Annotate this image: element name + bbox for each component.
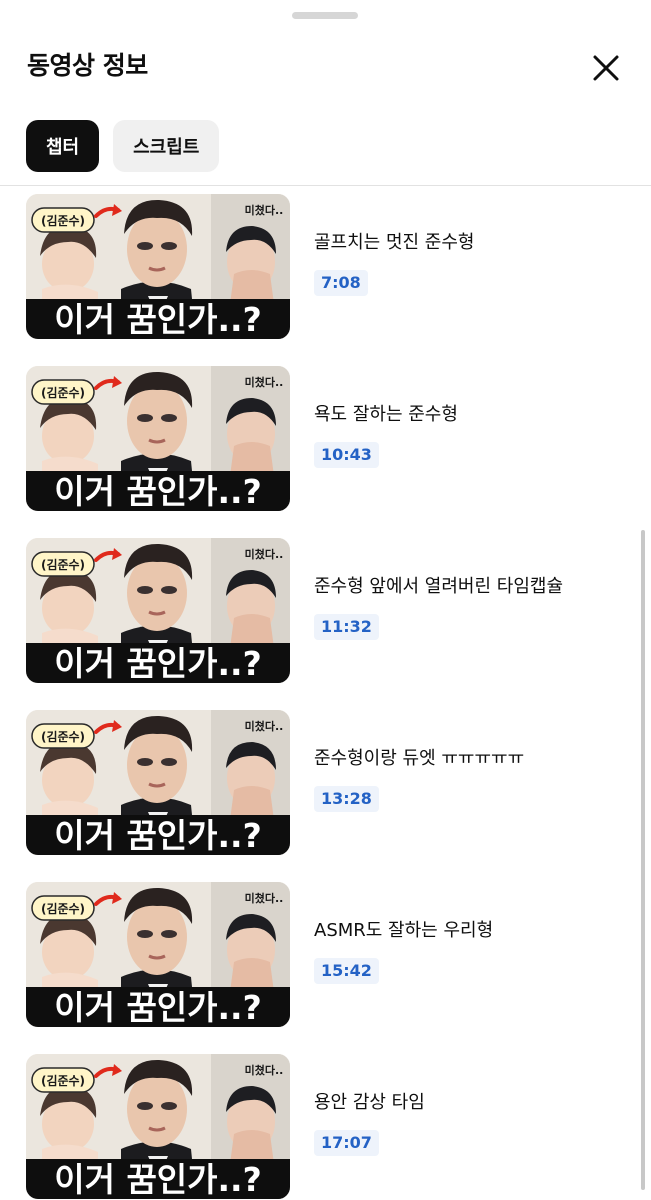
thumbnail-tag-text: (김준수) bbox=[41, 1073, 85, 1088]
chapter-thumbnail: (김준수) 미쳤다.. 이거 꿈인가..? bbox=[26, 882, 290, 1027]
thumbnail-tag-text: (김준수) bbox=[41, 901, 85, 916]
chapter-thumbnail: (김준수) 미쳤다.. 이거 꿈인가..? bbox=[26, 538, 290, 683]
thumbnail-side-text: 미쳤다.. bbox=[245, 375, 284, 389]
chapter-title: 준수형 앞에서 열려버린 타임캡슐 bbox=[314, 576, 564, 597]
chapter-timestamp[interactable]: 10:43 bbox=[314, 442, 379, 468]
chapter-title: 용안 감상 타임 bbox=[314, 1092, 425, 1113]
thumbnail-caption: 이거 꿈인가..? bbox=[54, 472, 262, 511]
chapter-thumbnail: (김준수) 미쳤다.. 이거 꿈인가..? bbox=[26, 1054, 290, 1199]
chapter-thumbnail: (김준수) 미쳤다.. 이거 꿈인가..? bbox=[26, 366, 290, 511]
close-icon bbox=[593, 55, 619, 81]
chapter-item[interactable]: (김준수) 미쳤다.. 이거 꿈인가..? 골프치는 멋진 준수형 7:08 bbox=[0, 190, 651, 340]
chapter-item[interactable]: (김준수) 미쳤다.. 이거 꿈인가..? 준수형이랑 듀엣 ㅠㅠㅠㅠㅠ 13:… bbox=[0, 706, 651, 856]
thumbnail-tag-text: (김준수) bbox=[41, 557, 85, 572]
page-title: 동영상 정보 bbox=[27, 51, 148, 80]
chapter-thumbnail: (김준수) 미쳤다.. 이거 꿈인가..? bbox=[26, 710, 290, 855]
chapter-timestamp[interactable]: 13:28 bbox=[314, 786, 379, 812]
tab-transcript[interactable]: 스크립트 bbox=[113, 120, 220, 172]
thumbnail-tag-text: (김준수) bbox=[41, 729, 85, 744]
thumbnail-tag-text: (김준수) bbox=[41, 213, 85, 228]
thumbnail-side-text: 미쳤다.. bbox=[245, 719, 284, 733]
thumbnail-caption: 이거 꿈인가..? bbox=[54, 300, 262, 339]
chapter-timestamp[interactable]: 11:32 bbox=[314, 614, 379, 640]
thumbnail-side-text: 미쳤다.. bbox=[245, 891, 284, 905]
thumbnail-caption: 이거 꿈인가..? bbox=[54, 644, 262, 683]
chapter-item[interactable]: (김준수) 미쳤다.. 이거 꿈인가..? 욕도 잘하는 준수형 10:43 bbox=[0, 362, 651, 512]
chapter-item[interactable]: (김준수) 미쳤다.. 이거 꿈인가..? 준수형 앞에서 열려버린 타임캡슐 … bbox=[0, 534, 651, 684]
chapter-timestamp[interactable]: 15:42 bbox=[314, 958, 379, 984]
thumbnail-tag-text: (김준수) bbox=[41, 385, 85, 400]
chapter-title: 골프치는 멋진 준수형 bbox=[314, 232, 475, 253]
chapter-title: 준수형이랑 듀엣 ㅠㅠㅠㅠㅠ bbox=[314, 748, 525, 769]
chapter-item[interactable]: (김준수) 미쳤다.. 이거 꿈인가..? 용안 감상 타임 17:07 bbox=[0, 1050, 651, 1200]
panel-header: 동영상 정보 챕터 스크립트 bbox=[0, 0, 651, 186]
chapter-timestamp[interactable]: 7:08 bbox=[314, 270, 368, 296]
scrollbar[interactable] bbox=[641, 530, 645, 1190]
chapter-list[interactable]: (김준수) 미쳤다.. 이거 꿈인가..? 골프치는 멋진 준수형 7:08 (… bbox=[0, 186, 651, 1200]
thumbnail-side-text: 미쳤다.. bbox=[245, 547, 284, 561]
thumbnail-caption: 이거 꿈인가..? bbox=[54, 816, 262, 855]
tab-chapters[interactable]: 챕터 bbox=[26, 120, 100, 172]
chapter-title: ASMR도 잘하는 우리형 bbox=[314, 920, 494, 941]
chapter-thumbnail: (김준수) 미쳤다.. 이거 꿈인가..? bbox=[26, 194, 290, 339]
chapter-item[interactable]: (김준수) 미쳤다.. 이거 꿈인가..? ASMR도 잘하는 우리형 15:4… bbox=[0, 878, 651, 1028]
close-button[interactable] bbox=[586, 48, 626, 88]
thumbnail-side-text: 미쳤다.. bbox=[245, 203, 284, 217]
thumbnail-caption: 이거 꿈인가..? bbox=[54, 988, 262, 1027]
chapter-title: 욕도 잘하는 준수형 bbox=[314, 404, 458, 425]
thumbnail-caption: 이거 꿈인가..? bbox=[54, 1160, 262, 1199]
thumbnail-side-text: 미쳤다.. bbox=[245, 1063, 284, 1077]
tab-bar: 챕터 스크립트 bbox=[26, 120, 220, 172]
chapter-timestamp[interactable]: 17:07 bbox=[314, 1130, 379, 1156]
